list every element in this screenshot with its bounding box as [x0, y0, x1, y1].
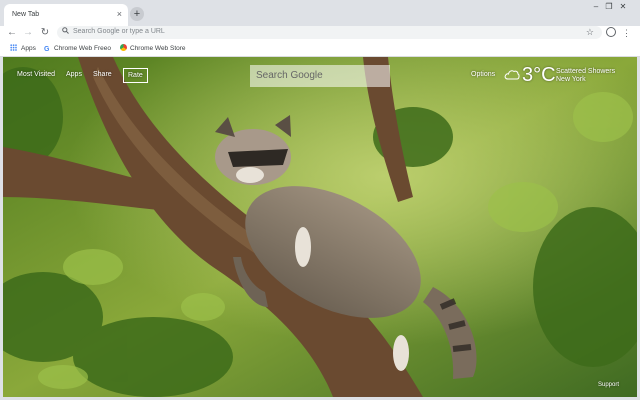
address-bar[interactable]: Search Google or type a URL ☆ — [57, 26, 602, 39]
profile-avatar-icon[interactable] — [606, 27, 616, 37]
bookmark-label: Apps — [21, 45, 36, 52]
close-window-icon[interactable]: ✕ — [616, 2, 630, 12]
tab-new-tab[interactable]: New Tab × — [4, 4, 128, 26]
raccoon-wallpaper-image — [3, 57, 637, 397]
weather-temperature: 3°C — [522, 64, 556, 86]
minimize-icon[interactable]: – — [589, 2, 603, 12]
tab-close-icon[interactable]: × — [117, 9, 122, 19]
google-icon: G — [44, 46, 50, 53]
bookmark-star-icon[interactable]: ☆ — [586, 27, 594, 38]
most-visited-link[interactable]: Most Visited — [17, 71, 55, 78]
cloud-icon — [504, 70, 520, 80]
bookmark-chrome-web-store[interactable]: Chrome Web Store — [120, 44, 186, 54]
new-tab-button[interactable]: + — [130, 7, 144, 21]
window-frame-left — [0, 57, 3, 400]
support-link[interactable]: Support — [598, 382, 619, 388]
share-link[interactable]: Share — [93, 71, 112, 78]
rate-button[interactable]: Rate — [123, 68, 148, 83]
new-tab-page-background — [3, 57, 637, 397]
browser-toolbar: ← → ↻ Search Google or type a URL ☆ ⋮ — [0, 26, 640, 40]
bookmarks-bar: Apps G Chrome Web Freeo Chrome Web Store — [0, 40, 640, 57]
tab-title: New Tab — [12, 11, 40, 18]
back-icon[interactable]: ← — [6, 26, 18, 40]
tab-strip: New Tab × + – ❐ ✕ — [0, 0, 640, 26]
reload-icon[interactable]: ↻ — [39, 26, 51, 40]
apps-grid-icon — [10, 44, 17, 51]
apps-link[interactable]: Apps — [66, 71, 82, 78]
bookmark-apps[interactable]: Apps — [10, 44, 36, 54]
forward-icon[interactable]: → — [22, 26, 34, 40]
bookmark-label: Chrome Web Store — [130, 45, 186, 52]
search-icon — [62, 27, 69, 34]
menu-icon[interactable]: ⋮ — [622, 26, 631, 40]
ntp-search-input[interactable]: Search Google — [250, 65, 390, 87]
bookmark-chrome-web-freeo[interactable]: G Chrome Web Freeo — [44, 44, 111, 54]
weather-city: New York — [556, 76, 586, 83]
bookmark-label: Chrome Web Freeo — [54, 45, 111, 52]
chrome-web-store-icon — [120, 44, 127, 51]
weather-condition: Scattered Showers — [556, 68, 616, 75]
maximize-icon[interactable]: ❐ — [602, 2, 616, 12]
address-bar-placeholder: Search Google or type a URL — [73, 28, 165, 35]
options-link[interactable]: Options — [471, 71, 495, 78]
